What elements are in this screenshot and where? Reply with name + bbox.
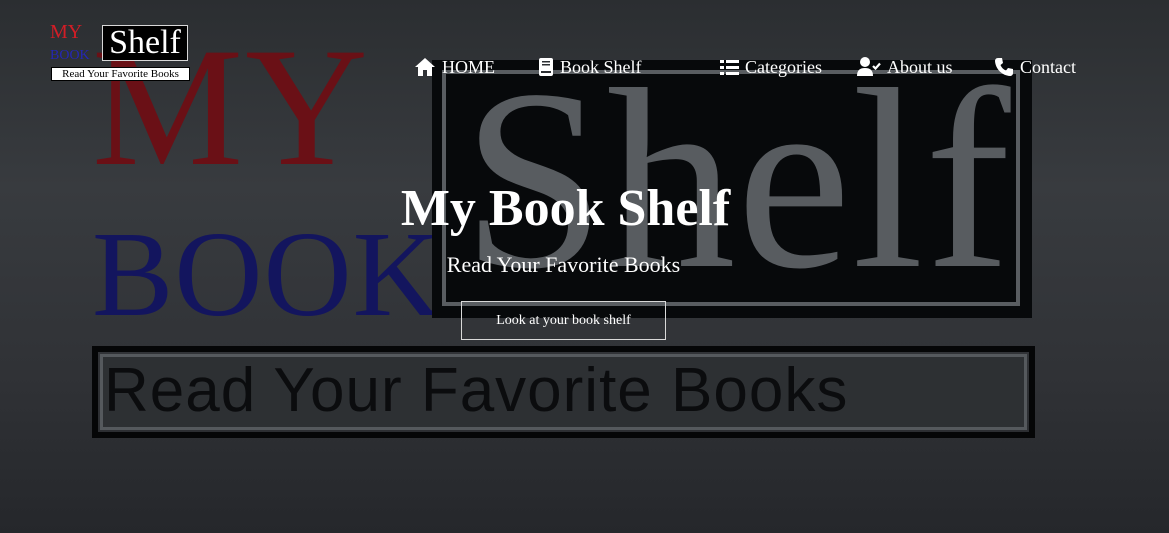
nav-item-book-shelf[interactable]: Book Shelf bbox=[538, 56, 642, 78]
nav-item-label: Book Shelf bbox=[560, 57, 642, 77]
nav-item-categories[interactable]: Categories bbox=[720, 56, 822, 78]
home-icon bbox=[414, 57, 436, 77]
nav-item-label: Categories bbox=[745, 57, 822, 77]
nav-item-home[interactable]: HOME bbox=[414, 56, 495, 78]
phone-icon bbox=[994, 57, 1014, 77]
look-at-book-shelf-button[interactable]: Look at your book shelf bbox=[461, 301, 666, 340]
hero-subtitle: Read Your Favorite Books bbox=[446, 252, 681, 277]
list-icon bbox=[720, 58, 739, 76]
nav-item-label: HOME bbox=[442, 57, 495, 77]
background-tagline-text: Read Your Favorite Books bbox=[104, 356, 849, 425]
nav-item-contact[interactable]: Contact bbox=[994, 56, 1076, 78]
nav-item-label: Contact bbox=[1020, 57, 1076, 77]
nav-item-label: About us bbox=[887, 57, 953, 77]
user-check-icon bbox=[857, 57, 881, 77]
nav-item-about-us[interactable]: About us bbox=[857, 56, 953, 78]
hero-section: MY BOOK Shelf Read Your Favorite Books M… bbox=[0, 0, 1169, 533]
logo-my-text: MY bbox=[50, 21, 83, 43]
page-title: My Book Shelf bbox=[400, 180, 731, 237]
book-icon bbox=[538, 57, 554, 77]
main-nav: HOME Book Shelf Categories About us Cont… bbox=[0, 56, 1169, 80]
